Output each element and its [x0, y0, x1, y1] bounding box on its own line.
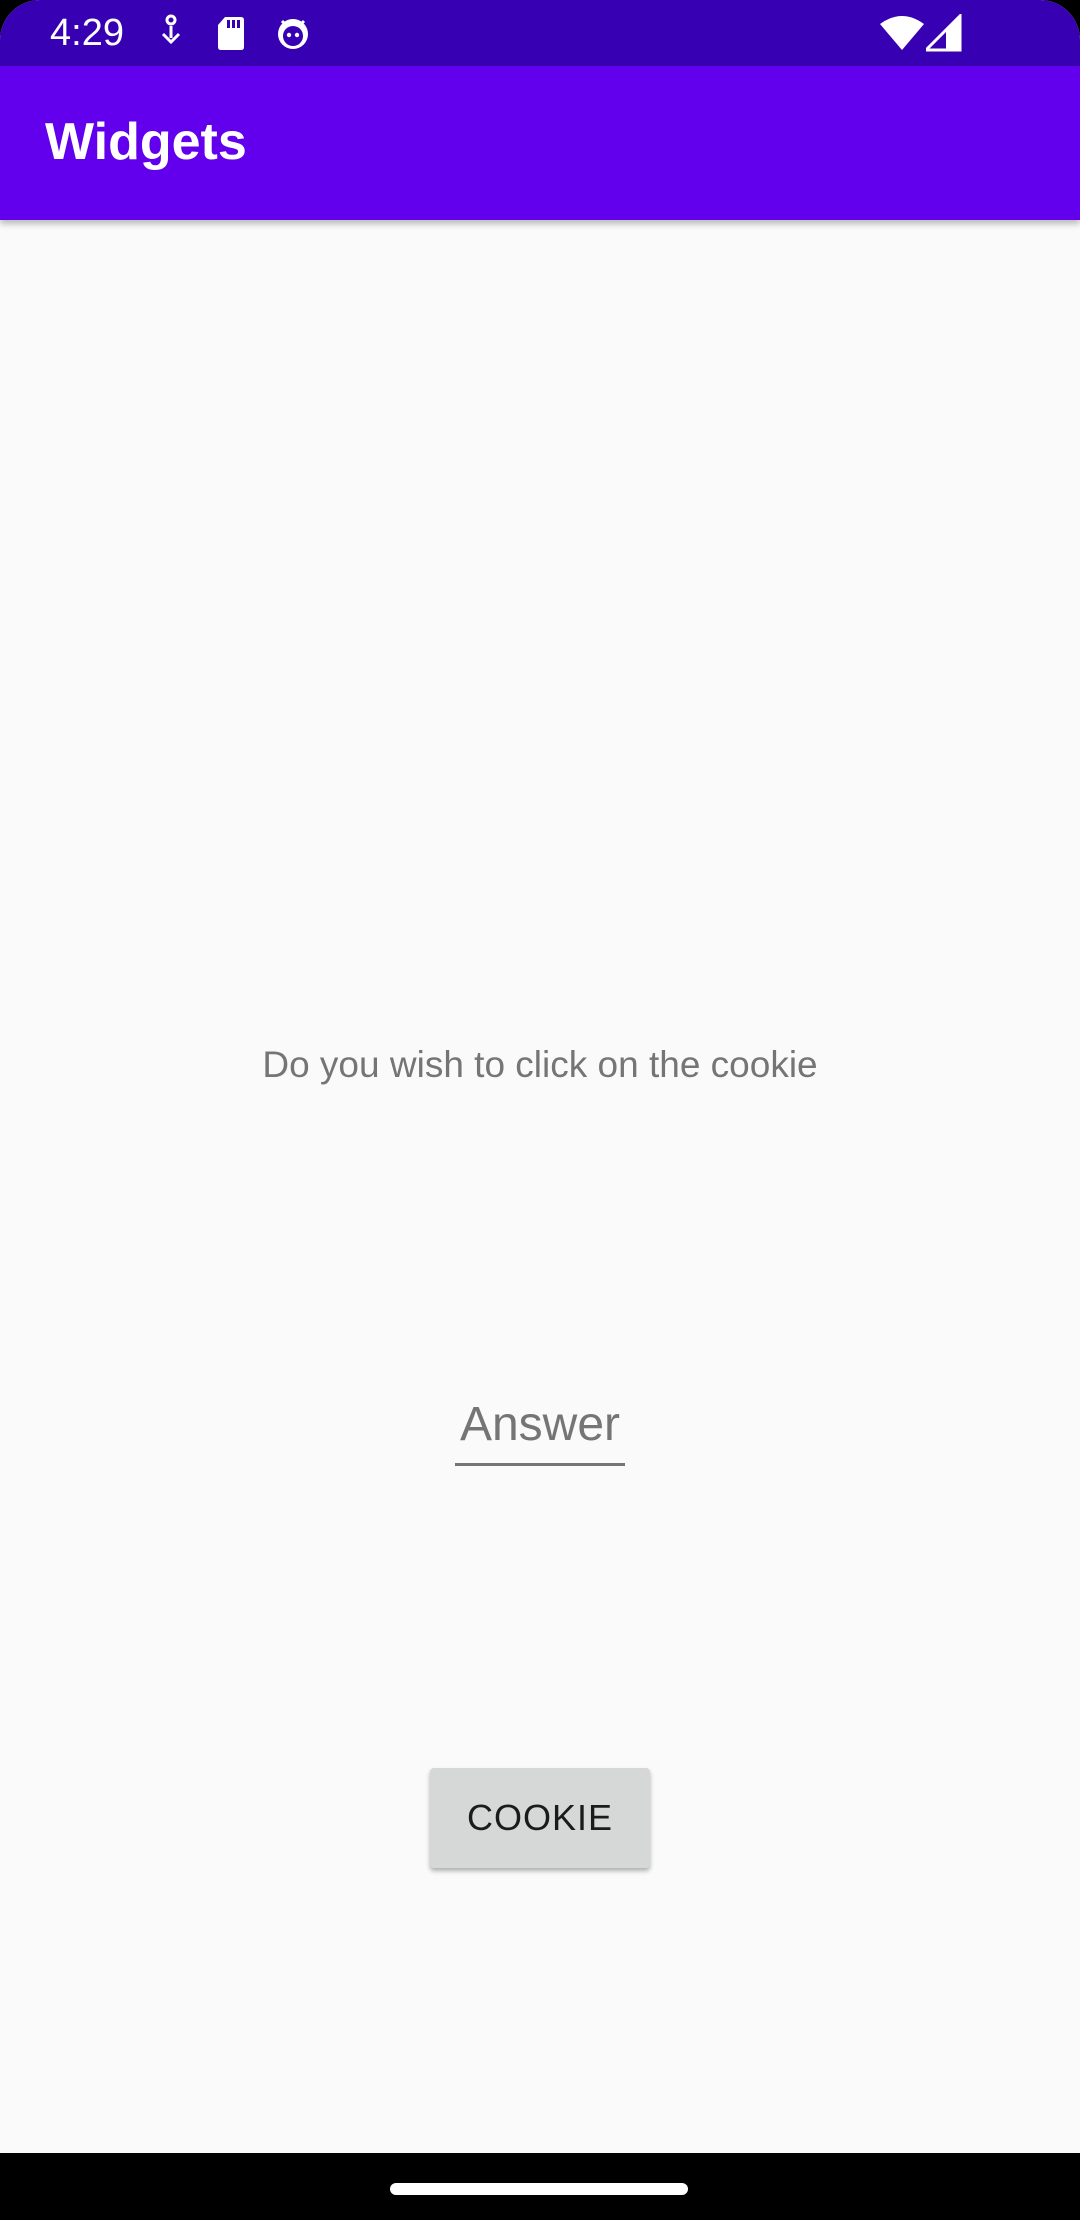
android-icon	[278, 19, 308, 49]
status-bar: 4:29	[0, 0, 1080, 66]
app-bar: Widgets	[0, 66, 1080, 220]
status-time: 4:29	[50, 12, 124, 54]
signal-icon	[926, 14, 962, 52]
sd-card-icon	[218, 17, 244, 50]
cookie-button[interactable]: COOKIE	[430, 1768, 650, 1868]
answer-input[interactable]	[455, 1385, 625, 1463]
home-handle[interactable]	[390, 2183, 688, 2195]
app-screen: 4:29 Widgets Do you wish to click on the…	[0, 0, 1080, 2220]
download-icon	[161, 14, 181, 45]
question-text: Do you wish to click on the cookie	[262, 1044, 818, 1085]
wifi-icon	[880, 16, 924, 50]
answer-field	[455, 1385, 625, 1466]
app-title: Widgets	[45, 113, 247, 171]
